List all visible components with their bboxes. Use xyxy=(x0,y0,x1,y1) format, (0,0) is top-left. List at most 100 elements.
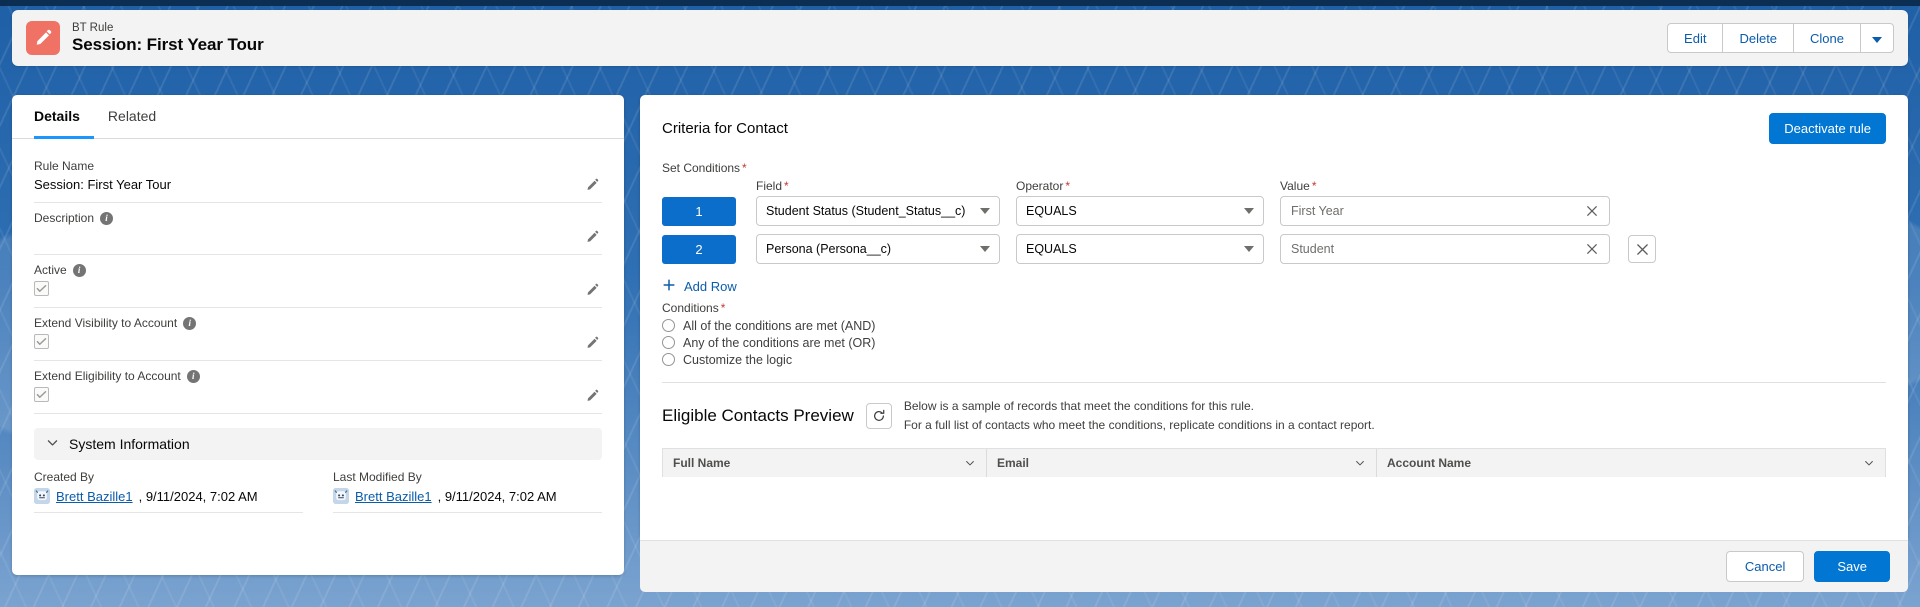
created-by-block: Created By Brett Bazille1 , 9/11/2024, 7:… xyxy=(34,470,303,513)
criteria-header: Criteria for Contact Deactivate rule xyxy=(640,95,1908,144)
field-value-extend-eligibility xyxy=(34,385,602,405)
clone-button[interactable]: Clone xyxy=(1793,23,1861,53)
eligible-contacts-preview-title: Eligible Contacts Preview xyxy=(662,405,854,425)
header-actions: Edit Delete Clone xyxy=(1667,23,1894,53)
condition-operator-value: EQUALS xyxy=(1026,204,1077,218)
checkbox-extend-visibility xyxy=(34,334,49,349)
condition-operator-select[interactable]: EQUALS xyxy=(1016,196,1264,226)
table-header-row: Full Name Email Account Name xyxy=(663,449,1885,478)
radio-label-any-conditions: Any of the conditions are met (OR) xyxy=(683,335,876,350)
save-button[interactable]: Save xyxy=(1814,551,1890,582)
info-icon[interactable]: i xyxy=(183,316,197,330)
column-header-value: Value * xyxy=(1280,179,1610,193)
tab-related-label: Related xyxy=(107,108,157,124)
radio-icon xyxy=(662,336,675,349)
last-modified-by-timestamp: , 9/11/2024, 7:02 AM xyxy=(437,488,557,504)
info-icon[interactable]: i xyxy=(72,263,86,277)
criteria-title: Criteria for Contact xyxy=(662,120,788,137)
conditions-logic-block: Conditions * All of the conditions are me… xyxy=(640,295,1908,368)
add-row-label: Add Row xyxy=(684,279,737,294)
condition-row: 2 Persona (Persona__c) EQUALS Student xyxy=(662,234,1886,264)
edit-pencil-icon[interactable] xyxy=(584,388,602,406)
radio-icon xyxy=(662,353,675,366)
chevron-down-icon xyxy=(1244,246,1254,252)
tab-bar: Details Related xyxy=(12,95,624,139)
created-by-user-name[interactable]: Brett Bazille1 xyxy=(56,489,133,504)
field-value-active xyxy=(34,279,602,299)
radio-option-customize-logic[interactable]: Customize the logic xyxy=(662,351,1908,368)
condition-value-input[interactable]: Student xyxy=(1280,234,1610,264)
set-conditions-label: Set Conditions * xyxy=(640,144,1908,175)
condition-field-select[interactable]: Student Status (Student_Status__c) xyxy=(756,196,1000,226)
column-header-field-text: Field xyxy=(756,179,783,193)
field-row-rule-name: Rule Name Session: First Year Tour xyxy=(34,151,602,203)
field-label-text: Extend Eligibility to Account xyxy=(34,369,181,383)
record-title-block: BT Rule Session: First Year Tour xyxy=(72,22,264,55)
field-label: Description i xyxy=(34,209,602,227)
info-icon[interactable]: i xyxy=(100,211,114,225)
delete-condition-row-button[interactable] xyxy=(1628,235,1656,263)
column-header-email[interactable]: Email xyxy=(987,449,1377,478)
edit-button[interactable]: Edit xyxy=(1667,23,1724,53)
column-header-account-name[interactable]: Account Name xyxy=(1377,449,1885,477)
radio-option-any-conditions[interactable]: Any of the conditions are met (OR) xyxy=(662,334,1908,351)
clear-value-icon[interactable] xyxy=(1583,202,1601,220)
preview-note-line-2: For a full list of contacts who meet the… xyxy=(903,417,1375,432)
tab-related[interactable]: Related xyxy=(94,96,170,139)
chevron-down-icon xyxy=(1244,208,1254,214)
system-information-body: Created By Brett Bazille1 , 9/11/2024, 7:… xyxy=(12,460,624,513)
page-title: Session: First Year Tour xyxy=(72,34,264,54)
record-action-button-group: Edit Delete Clone xyxy=(1667,23,1894,53)
top-strip xyxy=(0,0,1920,6)
field-row-description: Description i xyxy=(34,203,602,255)
radio-option-all-conditions[interactable]: All of the conditions are met (AND) xyxy=(662,317,1908,334)
radio-label-customize-logic: Customize the logic xyxy=(683,352,793,367)
radio-label-all-conditions: All of the conditions are met (AND) xyxy=(683,318,876,333)
system-information-section-toggle[interactable]: System Information xyxy=(34,428,602,460)
edit-pencil-icon[interactable] xyxy=(584,229,602,247)
created-by-value: Brett Bazille1 , 9/11/2024, 7:02 AM xyxy=(34,488,303,504)
tab-details-label: Details xyxy=(34,108,80,124)
condition-value-input[interactable]: First Year xyxy=(1280,196,1610,226)
condition-field-select[interactable]: Persona (Persona__c) xyxy=(756,234,1000,264)
column-header-email-label: Email xyxy=(997,456,1030,471)
chevron-down-icon xyxy=(1863,457,1875,469)
last-modified-by-user-name[interactable]: Brett Bazille1 xyxy=(355,489,432,504)
panel-footer: Cancel Save xyxy=(640,540,1908,592)
refresh-icon[interactable] xyxy=(865,402,892,429)
column-header-full-name-label: Full Name xyxy=(673,456,731,471)
more-actions-button[interactable] xyxy=(1860,23,1894,53)
add-row-button[interactable]: Add Row xyxy=(640,272,737,295)
tab-details[interactable]: Details xyxy=(34,96,94,139)
edit-pencil-icon[interactable] xyxy=(584,282,602,300)
created-by-user-link[interactable]: Brett Bazille1 xyxy=(56,489,133,504)
column-header-account-name-label: Account Name xyxy=(1387,456,1472,471)
condition-value-text: First Year xyxy=(1291,204,1344,218)
deactivate-rule-button[interactable]: Deactivate rule xyxy=(1769,113,1886,144)
edit-pencil-icon[interactable] xyxy=(584,335,602,353)
system-information-title: System Information xyxy=(69,436,190,452)
field-row-active: Active i xyxy=(34,255,602,308)
created-by-label: Created By xyxy=(34,470,95,484)
column-header-full-name[interactable]: Full Name xyxy=(663,449,987,478)
field-value-description xyxy=(34,227,602,246)
field-label: Extend Visibility to Account i xyxy=(34,314,602,332)
condition-operator-select[interactable]: EQUALS xyxy=(1016,234,1264,264)
last-modified-by-user-link[interactable]: Brett Bazille1 xyxy=(355,489,432,504)
eligible-contacts-preview-header: Eligible Contacts Preview Below is a sam… xyxy=(640,383,1908,434)
criteria-panel: Criteria for Contact Deactivate rule Set… xyxy=(640,95,1908,540)
condition-row: 1 Student Status (Student_Status__c) EQU… xyxy=(662,196,1886,226)
column-header-value-text: Value xyxy=(1280,179,1310,193)
edit-pencil-icon[interactable] xyxy=(584,177,602,195)
delete-button[interactable]: Delete xyxy=(1722,23,1795,53)
column-header-field: Field * xyxy=(756,179,1000,193)
field-label-text: Active xyxy=(34,263,67,277)
column-header-operator-text: Operator xyxy=(1016,179,1064,193)
last-modified-by-block: Last Modified By Brett Bazille1 , 9/11/20… xyxy=(333,470,602,513)
chevron-down-icon xyxy=(1872,36,1882,43)
info-icon[interactable]: i xyxy=(186,369,200,383)
conditions-area: Field * Operator * Value * 1 Student Status… xyxy=(640,175,1908,264)
preview-note-line-1: Below is a sample of records that meet t… xyxy=(903,399,1254,413)
cancel-button[interactable]: Cancel xyxy=(1725,551,1805,582)
clear-value-icon[interactable] xyxy=(1583,240,1601,258)
